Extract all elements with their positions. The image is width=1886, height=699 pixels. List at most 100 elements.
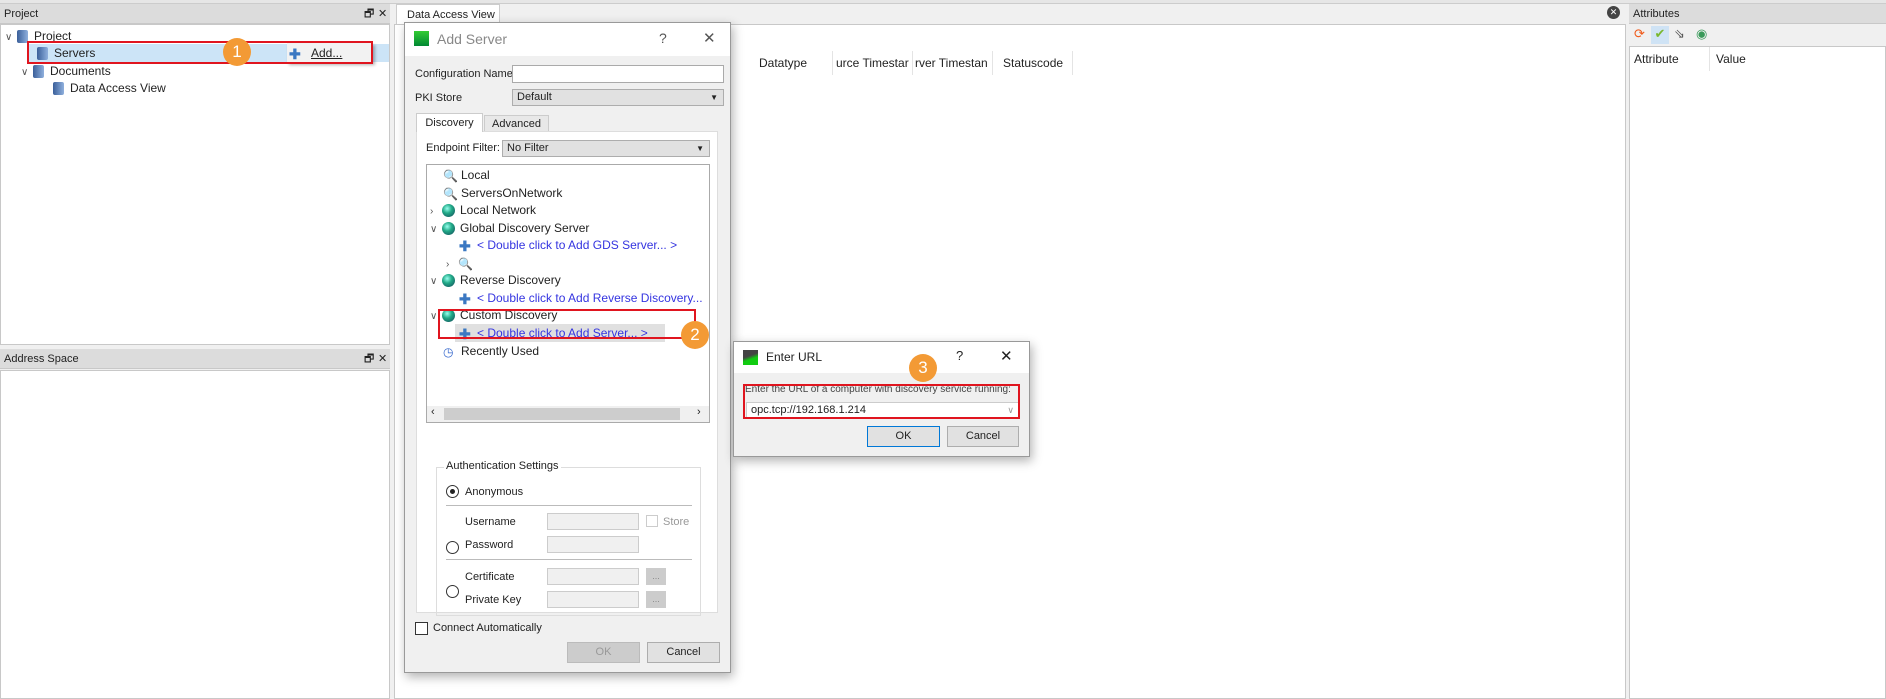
dialog-titlebar: Add Server ? ✕ [405,23,730,56]
tree-item-local[interactable]: 🔍 Local [443,166,490,184]
private-key-input[interactable] [547,591,639,608]
url-value: opc.tcp://192.168.1.214 [751,404,866,416]
plus-icon: ✚ [459,325,471,342]
endpoint-filter-value: No Filter [507,142,549,154]
dialog-titlebar: Enter URL ? ✕ [734,342,1029,373]
tree-label: Reverse Discovery [460,273,561,287]
tree-label: Documents [50,64,111,78]
plus-icon: ✚ [289,45,301,62]
project-panel-header: Project 🗗 ✕ [0,4,390,24]
dropdown-arrow-icon: ▼ [696,144,704,153]
tree-item-data-access-view[interactable]: Data Access View [53,79,166,97]
column-header-datatype[interactable]: Datatype [753,51,833,75]
scroll-left-icon[interactable]: ‹ [431,406,435,418]
column-header-attribute[interactable]: Attribute [1630,47,1710,71]
endpoint-filter-select[interactable]: No Filter ▼ [502,140,710,157]
chevron-down-icon: ∨ [21,67,29,78]
help-button[interactable]: ? [956,348,963,363]
menu-item-add[interactable]: Add... [311,46,342,60]
help-button[interactable]: ? [659,30,667,46]
close-icon[interactable]: ✕ [378,349,387,369]
username-label: Username [465,516,516,528]
username-input[interactable] [547,513,639,530]
attributes-grid: Attribute Value [1629,46,1886,699]
tree-item-servers-on-network[interactable]: 🔍 ServersOnNetwork [443,184,562,202]
tree-item-gds-search[interactable]: › 🔍 [446,254,476,272]
refresh-icon[interactable]: ⟳ [1634,26,1645,42]
horizontal-scrollbar[interactable]: ‹ › [427,406,709,422]
chevron-down-icon[interactable]: ∨ [430,308,442,326]
browse-certificate-button[interactable]: ... [646,568,666,585]
close-button[interactable]: ✕ [1000,347,1013,365]
url-combobox[interactable]: opc.tcp://192.168.1.214 ∨ [746,402,1019,419]
tree-label: < Double click to Add Reverse Discovery.… [477,291,703,305]
tab-discovery[interactable]: Discovery [416,113,483,132]
folder-icon [33,65,44,79]
dialog-title: Enter URL [766,350,823,364]
tree-item-gds[interactable]: ∨ Global Discovery Server [430,219,589,237]
column-header-source-timestamp[interactable]: urce Timestar [833,51,913,75]
connect-automatically-checkbox[interactable] [415,622,428,635]
tree-item-add-reverse[interactable]: ✚ < Double click to Add Reverse Discovery… [459,289,703,307]
cancel-button[interactable]: Cancel [947,426,1019,447]
app-icon [414,31,429,46]
browse-private-key-button[interactable]: ... [646,591,666,608]
app-icon [743,350,758,365]
float-icon[interactable]: 🗗 [364,4,374,24]
check-icon[interactable]: ✔ [1651,26,1669,44]
column-header-server-timestamp[interactable]: rver Timestan [913,51,993,75]
record-icon[interactable]: ◉ [1696,26,1707,42]
close-tab-icon[interactable]: ✕ [1607,6,1620,19]
chevron-down-icon[interactable]: ∨ [1007,403,1014,418]
config-name-input[interactable] [512,65,724,83]
tree-item-reverse[interactable]: ∨ Reverse Discovery [430,271,561,289]
config-name-label: Configuration Name [415,68,513,80]
float-icon[interactable]: 🗗 [364,349,374,369]
close-icon[interactable]: ✕ [378,4,387,24]
certificate-radio[interactable] [446,585,459,598]
tree-label: Local Network [460,203,537,217]
globe-icon [442,274,455,288]
address-space-tree [0,370,390,699]
chevron-down-icon[interactable]: ∨ [430,273,442,291]
document-icon [53,82,64,96]
step-badge-2: 2 [681,321,709,349]
tab-advanced[interactable]: Advanced [484,115,549,132]
project-icon [17,30,28,44]
pki-store-select[interactable]: Default ▼ [512,89,724,106]
tree-item-add-gds[interactable]: ✚ < Double click to Add GDS Server... > [459,236,677,254]
tree-item-documents[interactable]: ∨ Documents [21,62,111,80]
cancel-button[interactable]: Cancel [647,642,720,663]
store-checkbox[interactable] [646,515,658,527]
scroll-right-icon[interactable]: › [697,406,701,418]
tree-item-custom[interactable]: ∨ Custom Discovery [430,306,557,324]
discovery-tab-panel: Endpoint Filter: No Filter ▼ 🔍 Local 🔍 Serv… [416,131,718,616]
dropdown-arrow-icon: ▼ [710,93,718,102]
divider [446,559,692,560]
tree-item-project[interactable]: ∨ Project [5,27,71,45]
tree-item-add-server[interactable]: ✚ < Double click to Add Server... > [455,324,665,342]
address-panel-title: Address Space [4,353,79,365]
ok-button[interactable]: OK [567,642,640,663]
scrollbar-thumb[interactable] [444,408,680,420]
cursor-icon[interactable]: ⇘ [1674,26,1685,42]
project-tree: ∨ Project Servers ∨ Documents Data Access … [0,24,390,345]
tree-item-recent[interactable]: ◷ Recently Used [443,342,539,360]
column-header-statuscode[interactable]: Statuscode [993,51,1073,75]
column-header-value[interactable]: Value [1710,47,1830,71]
globe-icon [442,204,455,218]
auth-group-title: Authentication Settings [444,460,561,472]
anonymous-label: Anonymous [465,486,524,498]
tree-label: Global Discovery Server [460,221,590,235]
username-radio[interactable] [446,541,459,554]
certificate-input[interactable] [547,568,639,585]
context-menu-add[interactable]: ✚ Add... [287,43,373,63]
clock-icon: ◷ [443,344,454,359]
step-badge-1: 1 [223,38,251,66]
tree-item-local-network[interactable]: › Local Network [430,201,536,219]
password-input[interactable] [547,536,639,553]
chevron-down-icon[interactable]: ∨ [430,221,442,239]
anonymous-radio[interactable] [446,485,459,498]
ok-button[interactable]: OK [867,426,940,447]
close-button[interactable]: ✕ [703,29,716,47]
